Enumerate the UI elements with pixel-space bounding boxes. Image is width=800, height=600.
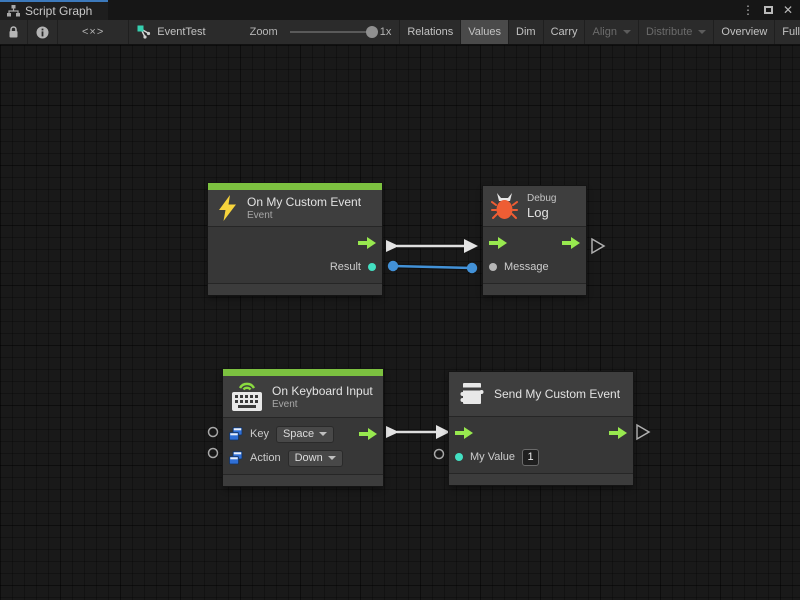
unconnected-control-output-log[interactable] <box>592 239 604 253</box>
node-footer <box>223 475 383 486</box>
fullscreen-button[interactable]: Full Screen <box>775 20 800 44</box>
control-output-port[interactable] <box>358 237 376 249</box>
value-connection-result-to-message[interactable] <box>388 261 477 273</box>
control-output-port[interactable] <box>609 427 627 439</box>
myvalue-value-input-port[interactable] <box>455 453 463 461</box>
distribute-dropdown[interactable]: Distribute <box>639 20 714 44</box>
zoom-slider-handle[interactable] <box>366 26 378 38</box>
node-header: On My Custom Event Event <box>208 190 382 227</box>
info-button[interactable] <box>28 20 58 44</box>
action-dropdown[interactable]: Down <box>288 450 343 467</box>
control-output-port[interactable] <box>562 237 580 249</box>
control-connection-custom-event-to-log[interactable] <box>386 239 478 253</box>
result-port-label: Result <box>330 261 361 273</box>
lightning-bolt-icon <box>217 195 238 221</box>
node-body: My Value <box>449 417 633 474</box>
zoom-label: Zoom <box>250 26 278 38</box>
control-input-port[interactable] <box>455 427 473 439</box>
relations-toggle[interactable]: Relations <box>400 20 461 44</box>
node-header: On Keyboard Input Event <box>223 376 383 418</box>
enum-type-icon <box>229 451 243 465</box>
custom-event-unit-icon <box>459 380 485 408</box>
node-send-my-custom-event[interactable]: Send My Custom Event My Value <box>449 372 633 485</box>
lock-button[interactable] <box>0 20 28 44</box>
zoom-slider[interactable] <box>290 31 374 33</box>
unconnected-value-input-action[interactable] <box>209 449 218 458</box>
values-toggle[interactable]: Values <box>461 20 509 44</box>
graph-toolbar: <×> EventTest Zoom 1x Relations Values D… <box>0 20 800 45</box>
unconnected-control-output-send[interactable] <box>637 425 649 439</box>
node-title: On My Custom Event <box>247 195 361 209</box>
overview-button[interactable]: Overview <box>714 20 775 44</box>
node-body: Key Space <box>223 418 383 475</box>
dim-toggle[interactable]: Dim <box>509 20 544 44</box>
script-graph-window: Script Graph ⋮ ✕ <×> <box>0 0 800 600</box>
node-body: Message <box>483 227 586 284</box>
action-port-label: Action <box>250 452 281 464</box>
node-title: On Keyboard Input <box>272 384 373 398</box>
message-port-label: Message <box>504 261 549 273</box>
node-subtitle: Event <box>247 210 361 221</box>
tab-title: Script Graph <box>25 4 92 18</box>
zoom-value: 1x <box>380 26 392 38</box>
keyboard-icon <box>231 380 263 413</box>
chevron-down-icon <box>623 30 631 34</box>
myvalue-input-field[interactable] <box>522 449 539 466</box>
node-body: Result <box>208 227 382 284</box>
hierarchy-icon <box>7 5 20 17</box>
message-value-input-port[interactable] <box>489 263 497 271</box>
unconnected-value-input-myvalue[interactable] <box>435 450 444 459</box>
result-value-output-port[interactable] <box>368 263 376 271</box>
lock-icon <box>8 26 19 39</box>
enum-type-icon <box>229 427 243 441</box>
dropdown-arrow-icon <box>328 456 336 460</box>
control-output-port[interactable] <box>359 428 377 440</box>
node-surtitle: Debug <box>527 193 556 204</box>
node-on-my-custom-event[interactable]: On My Custom Event Event Result <box>208 183 382 295</box>
info-icon <box>36 26 49 39</box>
graph-canvas[interactable]: On My Custom Event Event Result <box>0 45 800 600</box>
event-color-bar <box>223 369 383 376</box>
graph-icon <box>137 25 151 39</box>
node-on-keyboard-input[interactable]: On Keyboard Input Event Key Space <box>223 369 383 486</box>
key-dropdown[interactable]: Space <box>276 426 334 443</box>
control-input-port[interactable] <box>489 237 507 249</box>
node-title: Log <box>527 205 556 220</box>
window-menu-icon[interactable]: ⋮ <box>740 2 756 18</box>
node-footer <box>449 474 633 485</box>
edit-graph-button[interactable]: <×> <box>58 20 129 44</box>
chevron-down-icon <box>698 30 706 34</box>
node-footer <box>483 284 586 295</box>
node-header: Debug Log <box>483 186 586 227</box>
myvalue-port-label: My Value <box>470 451 515 463</box>
event-color-bar <box>208 183 382 190</box>
align-dropdown[interactable]: Align <box>585 20 638 44</box>
code-icon: <×> <box>82 26 104 38</box>
toolbar-toggles: Relations Values Dim Carry Align Distrib… <box>399 20 800 44</box>
node-title: Send My Custom Event <box>494 387 620 401</box>
unconnected-value-input-key[interactable] <box>209 428 218 437</box>
dropdown-arrow-icon <box>319 432 327 436</box>
bug-icon <box>491 192 518 220</box>
titlebar: Script Graph ⋮ ✕ <box>0 0 800 20</box>
connections-layer <box>0 45 800 600</box>
node-debug-log[interactable]: Debug Log Me <box>483 186 586 295</box>
control-connection-keyboard-to-send[interactable] <box>386 425 450 439</box>
node-subtitle: Event <box>272 399 373 410</box>
zoom-control: Zoom 1x <box>242 20 400 44</box>
node-header: Send My Custom Event <box>449 372 633 417</box>
maximize-icon[interactable] <box>760 2 776 18</box>
graph-reference[interactable]: EventTest <box>129 20 213 44</box>
key-port-label: Key <box>250 428 269 440</box>
carry-toggle[interactable]: Carry <box>544 20 586 44</box>
tab-script-graph[interactable]: Script Graph <box>0 0 108 20</box>
close-icon[interactable]: ✕ <box>780 2 796 18</box>
node-footer <box>208 284 382 295</box>
graph-name: EventTest <box>157 26 205 38</box>
window-controls: ⋮ ✕ <box>740 0 800 20</box>
